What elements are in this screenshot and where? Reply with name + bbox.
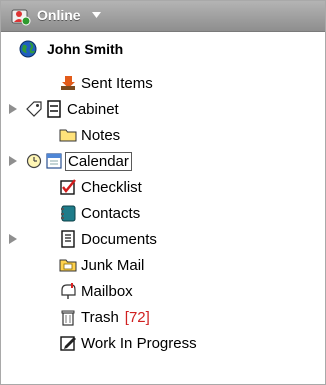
status-label[interactable]: Online: [37, 7, 81, 23]
folder-label: Cabinet: [67, 101, 119, 118]
work-in-progress-icon: [60, 336, 76, 351]
unread-count: [72]: [124, 309, 150, 326]
folder-cabinet[interactable]: Cabinet: [1, 99, 321, 121]
folder-label: Sent Items: [81, 75, 153, 92]
folder-label: Mailbox: [81, 283, 133, 300]
expand-arrow-icon[interactable]: [9, 234, 17, 244]
folder-label: Work In Progress: [81, 335, 197, 352]
trash-icon: [61, 310, 75, 326]
folder-calendar[interactable]: Calendar: [1, 151, 321, 173]
folder-label: Documents: [81, 231, 157, 248]
checklist-icon: [60, 179, 76, 195]
folder-work-in-progress[interactable]: Work In Progress: [1, 333, 321, 355]
chevron-down-icon[interactable]: [91, 9, 102, 20]
expand-arrow-icon[interactable]: [9, 104, 17, 114]
folder-documents[interactable]: Documents: [1, 229, 321, 251]
folder-tree-panel: Online John Smith Sent Items Cabinet Not…: [0, 0, 326, 385]
folder-icon: [59, 129, 77, 142]
folder-label: Contacts: [81, 205, 141, 222]
folder-mailbox[interactable]: Mailbox: [1, 281, 321, 303]
cabinet-icon: [47, 100, 61, 118]
folder-junk-mail[interactable]: Junk Mail: [1, 255, 321, 277]
expand-arrow-icon[interactable]: [9, 156, 17, 166]
contacts-icon: [61, 205, 76, 222]
status-header[interactable]: Online: [1, 1, 325, 32]
folder-sent-items[interactable]: Sent Items: [1, 73, 321, 95]
folder-contacts[interactable]: Contacts: [1, 203, 321, 225]
folder-label: Junk Mail: [81, 257, 145, 274]
folder-checklist[interactable]: Checklist: [1, 177, 321, 199]
user-name: John Smith: [47, 41, 124, 57]
user-status-icon: [11, 9, 31, 26]
clock-icon: [26, 153, 42, 169]
junk-mail-icon: [59, 259, 77, 272]
trash-label: Trash: [81, 309, 119, 326]
globe-icon: [19, 40, 37, 58]
mailbox-icon: [61, 283, 76, 299]
folder-label: Trash [72]: [81, 309, 150, 326]
sent-items-icon: [61, 76, 75, 90]
folder-trash[interactable]: Trash [72]: [1, 307, 321, 329]
tag-icon: [26, 101, 42, 117]
folder-label: Notes: [81, 127, 121, 144]
folder-label: Checklist: [81, 179, 142, 196]
documents-icon: [61, 230, 75, 248]
folder-label: Calendar: [65, 152, 132, 171]
folder-notes[interactable]: Notes: [1, 125, 321, 147]
calendar-icon: [46, 153, 62, 169]
